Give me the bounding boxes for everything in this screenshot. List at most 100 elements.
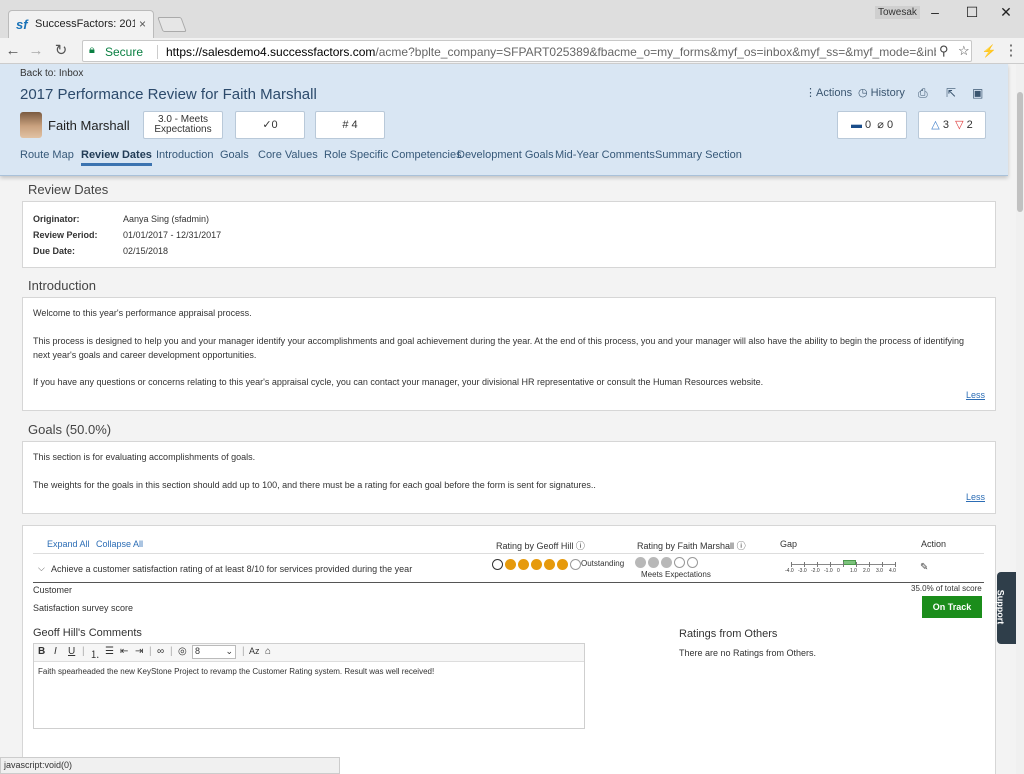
maximize-icon[interactable]: ☐	[962, 2, 982, 22]
status-badge[interactable]: On Track	[922, 596, 982, 618]
rating-dot[interactable]	[570, 559, 581, 571]
library-icon[interactable]: ⌂	[265, 646, 271, 657]
tab-goals[interactable]: Goals	[220, 149, 249, 161]
chrome-menu-icon[interactable]: ⋮	[1002, 41, 1020, 61]
back-arrow-icon[interactable]: ←	[4, 41, 22, 61]
goals-less-link[interactable]: Less	[966, 492, 985, 502]
gap-tick	[843, 562, 844, 567]
rating-dot[interactable]	[687, 557, 698, 569]
outdent-icon[interactable]: ⇤	[120, 646, 128, 657]
rating-dot[interactable]	[518, 559, 529, 571]
export-icon[interactable]: ⇱	[946, 86, 956, 100]
history-button[interactable]: ◷ History	[858, 86, 905, 99]
chevron-down-icon: ⌄	[225, 646, 233, 656]
ordered-list-icon[interactable]: ⒈	[90, 646, 100, 661]
form-header: Back to: Inbox 2017 Performance Review f…	[0, 64, 1008, 176]
gap-tick	[830, 562, 831, 567]
manager-rating-dots[interactable]	[505, 557, 583, 571]
paperclip-icon: ⌀	[877, 119, 884, 131]
comments-title: Geoff Hill's Comments	[33, 627, 142, 639]
tab-route-map[interactable]: Route Map	[20, 149, 74, 161]
alerts-box[interactable]: △ 3 ▽ 2	[918, 111, 986, 139]
forward-arrow-icon[interactable]: →	[27, 41, 45, 61]
spellcheck-icon[interactable]: ◎	[178, 646, 187, 657]
tab-review-dates[interactable]: Review Dates	[81, 149, 152, 166]
gap-tick-label: 4.0	[889, 568, 896, 574]
url-text[interactable]: https://salesdemo4.successfactors.com/ac…	[166, 45, 936, 59]
actions-menu[interactable]: ⋮Actions	[805, 86, 852, 99]
goal-category: Customer	[33, 585, 73, 595]
divider	[157, 45, 158, 59]
gap-tick-label: 3.0	[876, 568, 883, 574]
comment-editor[interactable]: B I U | ⒈ ☰ ⇤ ⇥ | ∞ | ◎ 8 ⌄ | Aᴢ ⌂ Faith …	[33, 643, 585, 729]
divider: |	[82, 646, 85, 657]
bold-icon[interactable]: B	[38, 646, 45, 657]
tab-close-icon[interactable]: ×	[139, 17, 146, 31]
rating-dot[interactable]	[505, 559, 516, 571]
italic-icon[interactable]: I	[54, 646, 57, 657]
collapse-all-link[interactable]: Collapse All	[96, 539, 143, 549]
extension-icon[interactable]: ⚡	[980, 41, 998, 61]
help-icon[interactable]: ⓘ	[737, 541, 746, 551]
intro-less-link[interactable]: Less	[966, 390, 985, 400]
underline-icon[interactable]: U	[68, 646, 75, 657]
gap-tick	[895, 562, 896, 567]
warning-up-icon: △	[931, 119, 940, 131]
gap-tick-label: 0	[837, 568, 840, 574]
support-button[interactable]: Support	[995, 572, 1016, 644]
goal-name[interactable]: Achieve a customer satisfaction rating o…	[51, 564, 412, 574]
tab-introduction[interactable]: Introduction	[156, 149, 213, 161]
more-vertical-icon: ⋮	[805, 87, 816, 99]
rating-dot[interactable]	[544, 559, 555, 571]
tab-core-values[interactable]: Core Values	[258, 149, 318, 161]
minimize-icon[interactable]: –	[925, 2, 945, 22]
text-case-icon[interactable]: Aᴢ	[249, 646, 260, 656]
originator-value: Aanya Sing (sfadmin)	[123, 214, 210, 224]
items-count-box[interactable]: # 4	[315, 111, 385, 139]
chevron-down-icon[interactable]: ⌵	[38, 563, 45, 574]
comments-attachments-box[interactable]: ▬ 0 ⌀ 0	[837, 111, 907, 139]
manager-rating-label: Outstanding	[581, 559, 625, 568]
tab-mid-year-comments[interactable]: Mid-Year Comments	[555, 149, 655, 161]
bullet-list-icon[interactable]: ☰	[105, 646, 114, 657]
font-size-select[interactable]: 8 ⌄	[192, 645, 236, 659]
gap-tick	[882, 562, 883, 567]
tab-role-specific-competencies[interactable]: Role Specific Competencies	[324, 149, 462, 161]
print-icon[interactable]: ⎙	[918, 86, 928, 101]
edit-pencil-icon[interactable]: ✎	[920, 562, 928, 573]
overall-rating-box[interactable]: 3.0 - Meets Expectations	[143, 111, 223, 139]
comment-icon: ▬	[850, 119, 862, 131]
browser-tab[interactable]: sf SuccessFactors: 2017 Perf ×	[8, 10, 154, 38]
comment-text[interactable]: Faith spearheaded the new KeyStone Proje…	[38, 667, 434, 676]
self-rating-dots	[635, 555, 700, 569]
rating-dot[interactable]	[635, 557, 646, 569]
completed-count-box[interactable]: ✓0	[235, 111, 305, 139]
tab-summary-section[interactable]: Summary Section	[655, 149, 742, 161]
tab-development-goals[interactable]: Development Goals	[457, 149, 554, 161]
rating-dot[interactable]	[674, 557, 685, 569]
help-icon[interactable]: ⓘ	[576, 541, 585, 551]
reload-icon[interactable]: ↻	[52, 41, 70, 61]
indent-icon[interactable]: ⇥	[135, 646, 143, 657]
no-rating-icon[interactable]	[492, 559, 503, 571]
new-tab-button[interactable]	[157, 17, 187, 32]
warning-down-icon: ▽	[955, 119, 964, 131]
zoom-search-icon[interactable]: ⚲	[939, 43, 949, 59]
goals-title: Goals (50.0%)	[28, 422, 112, 437]
save-icon[interactable]: ▣	[972, 86, 983, 100]
back-to-inbox-link[interactable]: Back to: Inbox	[20, 68, 83, 79]
close-window-icon[interactable]: ✕	[996, 2, 1016, 22]
status-bar: javascript:void(0)	[0, 757, 340, 774]
url-field[interactable]: 🔒︎ Secure https://salesdemo4.successfact…	[82, 40, 972, 62]
rating-dot[interactable]	[661, 557, 672, 569]
gap-tick	[817, 562, 818, 567]
gap-tick-label: 1.0	[850, 568, 857, 574]
manager-rating-stars[interactable]	[492, 557, 583, 571]
expand-all-link[interactable]: Expand All	[47, 539, 90, 549]
bookmark-star-icon[interactable]: ☆	[958, 43, 970, 59]
link-icon[interactable]: ∞	[157, 646, 164, 657]
scrollbar-thumb[interactable]	[1017, 92, 1023, 212]
rating-dot[interactable]	[648, 557, 659, 569]
rating-dot[interactable]	[557, 559, 568, 571]
rating-dot[interactable]	[531, 559, 542, 571]
